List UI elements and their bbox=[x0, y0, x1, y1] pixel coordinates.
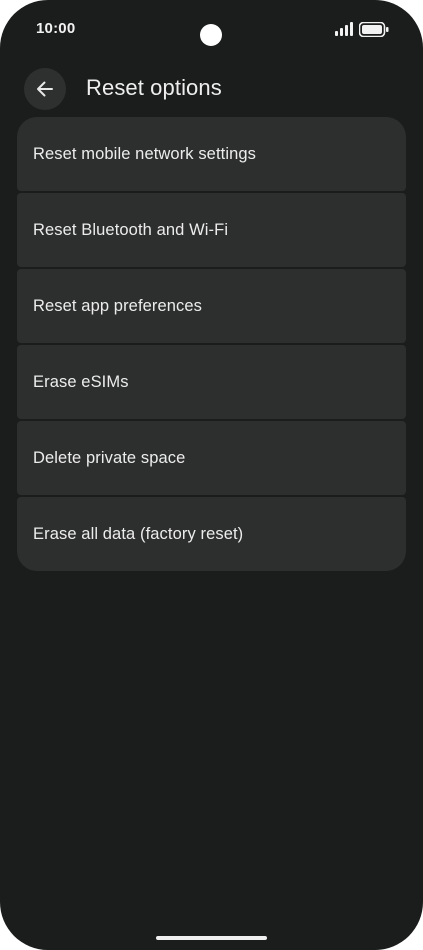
option-label: Erase eSIMs bbox=[33, 372, 129, 391]
option-label: Reset Bluetooth and Wi-Fi bbox=[33, 220, 229, 239]
option-label: Reset mobile network settings bbox=[33, 144, 256, 163]
status-bar: 10:00 bbox=[0, 0, 423, 60]
option-label: Erase all data (factory reset) bbox=[33, 524, 244, 543]
page-title: Reset options bbox=[86, 75, 222, 100]
camera-cutout bbox=[200, 24, 222, 46]
option-reset-mobile-network[interactable]: Reset mobile network settings bbox=[17, 117, 406, 191]
home-indicator[interactable] bbox=[156, 936, 267, 940]
option-delete-private-space[interactable]: Delete private space bbox=[17, 421, 406, 495]
back-button[interactable] bbox=[24, 68, 66, 110]
reset-options-list: Reset mobile network settings Reset Blue… bbox=[17, 117, 406, 571]
status-time: 10:00 bbox=[36, 20, 76, 37]
option-erase-esims[interactable]: Erase eSIMs bbox=[17, 345, 406, 419]
option-reset-bluetooth-wifi[interactable]: Reset Bluetooth and Wi-Fi bbox=[17, 193, 406, 267]
cellular-signal-icon bbox=[335, 22, 353, 36]
battery-full-icon bbox=[359, 22, 389, 37]
phone-screen: 10:00 Reset options Reset mobile network… bbox=[0, 0, 423, 950]
option-label: Delete private space bbox=[33, 448, 186, 467]
option-label: Reset app preferences bbox=[33, 296, 203, 315]
arrow-left-icon bbox=[37, 81, 53, 97]
option-reset-app-preferences[interactable]: Reset app preferences bbox=[17, 269, 406, 343]
app-bar: Reset options bbox=[0, 64, 423, 114]
option-factory-reset[interactable]: Erase all data (factory reset) bbox=[17, 497, 406, 571]
